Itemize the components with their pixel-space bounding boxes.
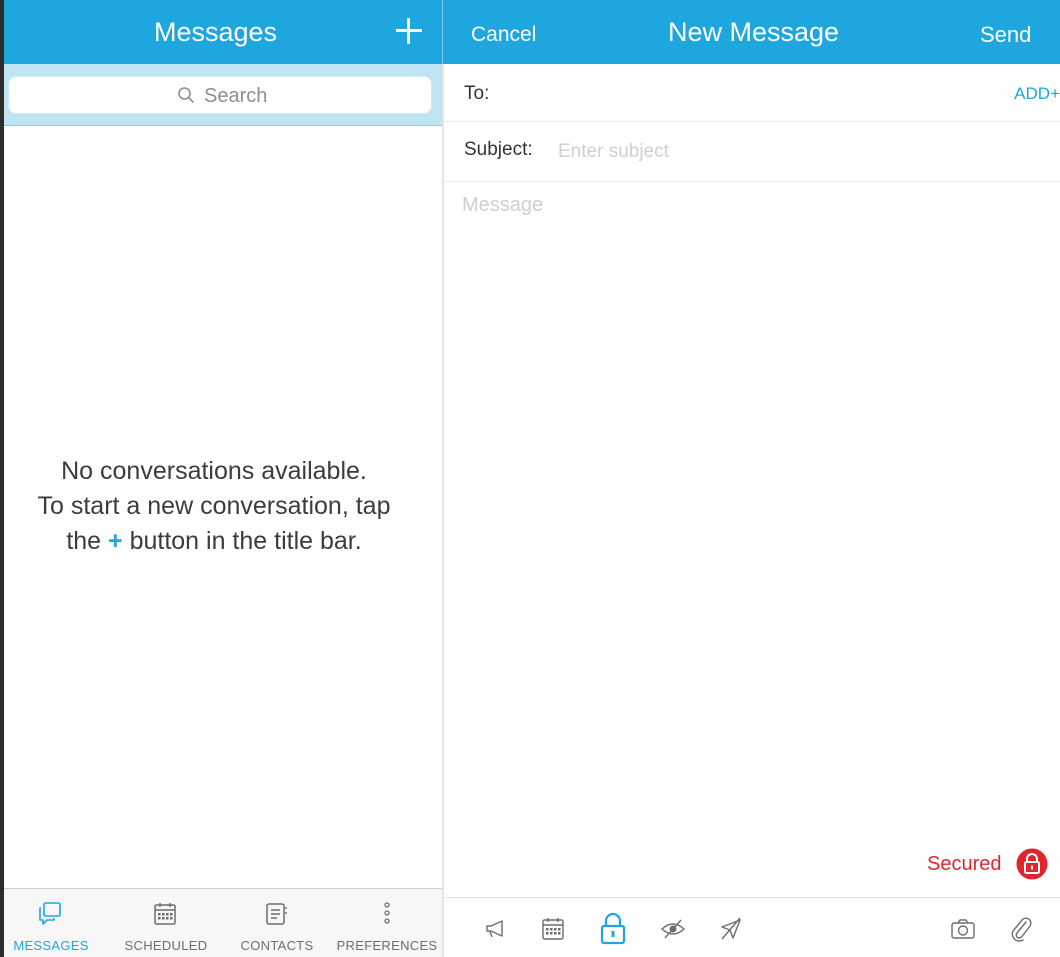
bottom-tab-bar: MESSAGES SCHEDULED CONTACTS PREFERENCES — [4, 888, 442, 957]
tab-label: PREFERENCES — [336, 938, 438, 953]
tab-label: MESSAGES — [13, 938, 89, 953]
message-body-input[interactable] — [462, 194, 1042, 834]
app-window: Messages Cancel New Message Send Search … — [0, 0, 1060, 957]
eye-off-icon[interactable] — [658, 914, 688, 944]
plus-accent: + — [108, 527, 123, 555]
contacts-icon — [266, 903, 287, 925]
location-off-icon[interactable] — [716, 914, 746, 944]
tab-label: CONTACTS — [240, 938, 314, 953]
cancel-button[interactable]: Cancel — [471, 23, 536, 47]
to-label: To: — [464, 83, 490, 104]
new-message-title: New Message — [668, 17, 840, 47]
lock-icon — [1016, 848, 1048, 880]
compose-toolbar — [444, 897, 1060, 957]
tab-preferences[interactable]: PREFERENCES — [334, 889, 440, 957]
title-bar: Messages Cancel New Message Send — [4, 0, 1060, 64]
calendar-icon[interactable] — [538, 914, 568, 944]
tab-contacts[interactable]: CONTACTS — [228, 889, 326, 957]
paperclip-icon[interactable] — [1006, 914, 1036, 944]
secured-label: Secured — [927, 853, 1002, 875]
add-recipient-button[interactable]: ADD+ — [1014, 84, 1060, 104]
conversation-list-panel: Search No conversations available. To st… — [4, 64, 442, 957]
compose-panel: To: ADD+ Subject: Secured — [444, 64, 1060, 957]
messages-title: Messages — [154, 17, 278, 47]
title-bar-divider — [442, 0, 443, 64]
empty-state-line-3: the + button in the title bar. — [4, 524, 424, 559]
megaphone-icon[interactable] — [482, 914, 512, 944]
empty-state-message: No conversations available. To start a n… — [4, 454, 424, 559]
tab-messages[interactable]: MESSAGES — [4, 889, 98, 957]
to-field-row[interactable]: To: ADD+ — [444, 64, 1060, 122]
new-conversation-button[interactable] — [392, 14, 426, 48]
subject-label: Subject: — [464, 139, 533, 160]
lock-icon[interactable] — [596, 910, 630, 946]
calendar-icon — [154, 903, 176, 925]
subject-field-row: Subject: — [444, 122, 1060, 182]
tab-label: SCHEDULED — [124, 938, 208, 953]
messages-icon — [39, 902, 61, 925]
search-icon — [178, 87, 194, 103]
empty-state-text: the — [66, 527, 109, 555]
camera-icon[interactable] — [948, 914, 978, 944]
more-vertical-icon — [384, 902, 390, 924]
search-input[interactable]: Search — [8, 76, 432, 114]
subject-input[interactable] — [558, 139, 1018, 165]
send-button[interactable]: Send — [980, 22, 1031, 48]
tab-scheduled[interactable]: SCHEDULED — [114, 889, 218, 957]
empty-state-line-1: No conversations available. — [61, 457, 367, 485]
search-placeholder: Search — [204, 85, 268, 107]
search-bar: Search — [4, 64, 442, 126]
empty-state-text: button in the title bar. — [122, 527, 362, 555]
empty-state-line-2: To start a new conversation, tap — [37, 492, 391, 520]
